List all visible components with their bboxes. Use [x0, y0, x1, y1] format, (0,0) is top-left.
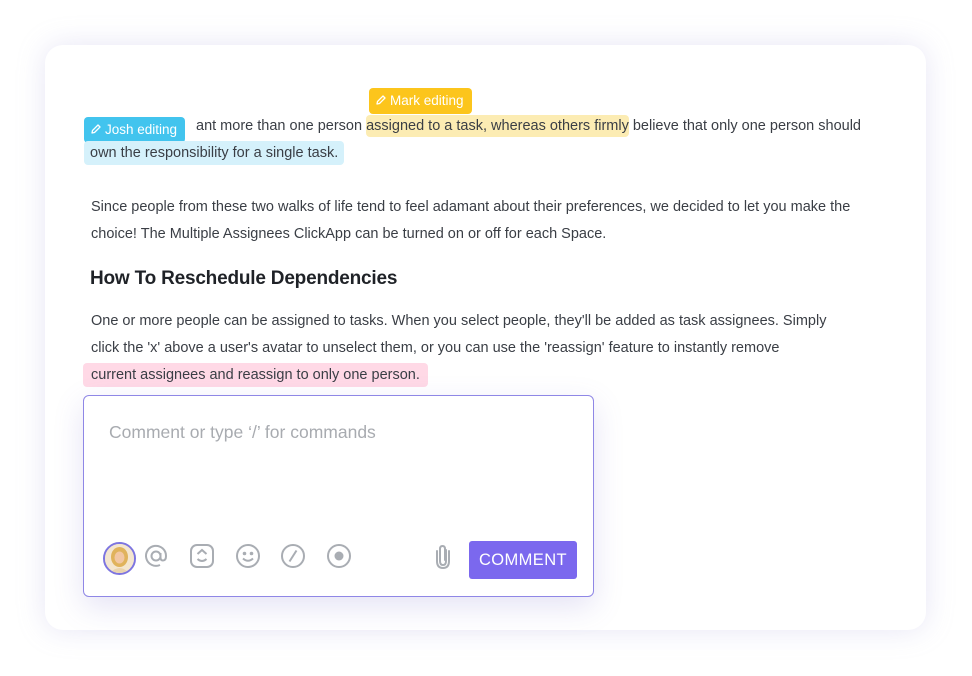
pencil-icon [91, 124, 101, 134]
comment-input[interactable]: Comment or type ‘/’ for commands [109, 422, 376, 443]
user-avatar-icon [105, 544, 134, 573]
comment-box[interactable]: Comment or type ‘/’ for commands COMMENT [83, 395, 594, 597]
mark-editing-tag: Mark editing [369, 88, 472, 114]
emoji-reaction-icon[interactable] [188, 542, 216, 570]
comment-button[interactable]: COMMENT [469, 541, 577, 579]
paragraph-2: Since people from these two walks of lif… [91, 199, 851, 242]
paragraph-3-line-3: current assignees and reassign to only o… [83, 362, 901, 389]
pencil-icon [376, 95, 386, 105]
pink-highlight: current assignees and reassign to only o… [83, 363, 428, 387]
paragraph-3-line-2: click the 'x' above a user's avatar to u… [91, 340, 780, 356]
josh-editing-label: Josh editing [105, 122, 178, 137]
slash-command-icon[interactable] [279, 542, 307, 570]
attachment-icon[interactable] [429, 542, 457, 570]
paragraph-3-line-1: One or more people can be assigned to ta… [91, 313, 827, 329]
mention-icon[interactable] [142, 542, 170, 570]
mark-highlight: assigned to a task, whereas others firml… [366, 115, 629, 137]
record-icon[interactable] [325, 542, 353, 570]
paragraph-1-line-1: ant more than one person assigned to a t… [196, 113, 916, 140]
josh-highlight: own the responsibility for a single task… [84, 141, 345, 165]
avatar[interactable] [103, 542, 136, 575]
mark-editing-label: Mark editing [390, 93, 464, 108]
emoji-icon[interactable] [234, 542, 262, 570]
section-heading: How To Reschedule Dependencies [90, 268, 398, 289]
paragraph-1-line-2: own the responsibility for a single task… [84, 140, 901, 167]
